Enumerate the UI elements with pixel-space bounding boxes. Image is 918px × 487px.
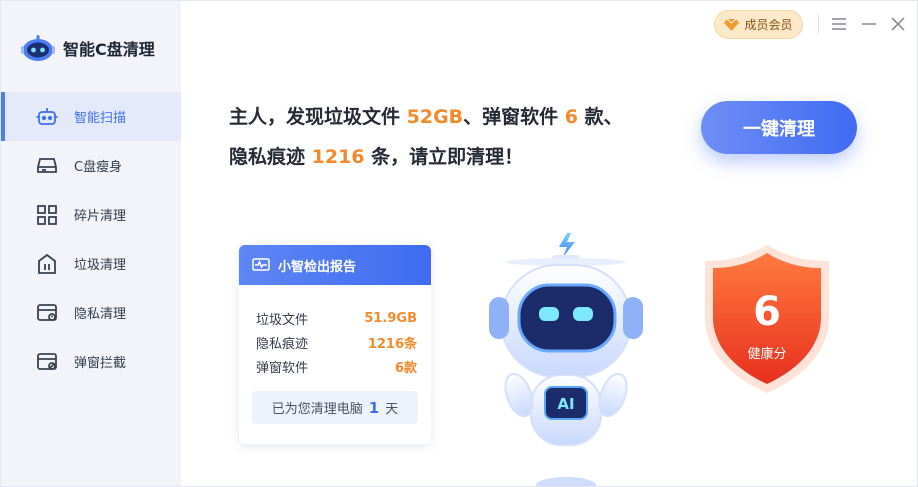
sidebar: 智能C盘清理 智能扫描 C盘瘦身 碎片清理 垃圾清理 隐私清理 弹窗拦截 [1, 1, 181, 486]
row-label: 隐私痕迹 [256, 336, 309, 352]
robot-logo-icon [21, 35, 55, 61]
sidebar-item-label: C盘瘦身 [74, 160, 123, 175]
cleaned-days-value: 1 [368, 398, 380, 417]
minimize-icon [862, 23, 876, 25]
privacy-browser-icon [34, 300, 60, 326]
row-label: 垃圾文件 [256, 312, 309, 328]
sidebar-item-smart-scan[interactable]: 智能扫描 [1, 92, 181, 141]
headline-text: 款、 [578, 106, 623, 128]
report-rows: 垃圾文件 51.9GB 隐私痕迹 1216条 弹窗软件 6款 [239, 285, 431, 378]
member-button[interactable]: 成员会员 [714, 10, 803, 39]
report-header: 小智检出报告 [239, 245, 431, 285]
robot-mascot-illustration: AI [489, 233, 643, 486]
member-label: 成员会员 [744, 18, 793, 32]
sidebar-item-label: 智能扫描 [74, 111, 127, 126]
popup-count-value: 6 [564, 106, 579, 128]
headline-text: 主人，发现垃圾文件 [229, 106, 407, 128]
trash-bin-icon [34, 251, 60, 277]
report-row-junk: 垃圾文件 51.9GB [256, 306, 417, 330]
health-score-label: 健康分 [747, 347, 787, 362]
report-row-popup: 弹窗软件 6款 [256, 354, 417, 378]
health-score-value: 6 [753, 289, 781, 335]
menu-icon [832, 18, 846, 30]
headline-line-1: 主人，发现垃圾文件 52GB、弹窗软件 6 款、 [229, 97, 623, 137]
headline-text: 、弹窗软件 [463, 106, 565, 128]
popup-block-icon [34, 349, 60, 375]
cleaned-days-banner: 已为您清理电脑 1 天 [252, 391, 418, 424]
sidebar-item-popup-block[interactable]: 弹窗拦截 [1, 337, 181, 386]
row-value: 51.9GB [364, 310, 417, 326]
footer-text: 已为您清理电脑 [271, 402, 363, 417]
report-card: 小智检出报告 垃圾文件 51.9GB 隐私痕迹 1216条 弹窗软件 6款 已为… [239, 245, 431, 444]
robot-scan-icon [34, 104, 60, 130]
sidebar-nav: 智能扫描 C盘瘦身 碎片清理 垃圾清理 隐私清理 弹窗拦截 [1, 92, 181, 386]
sidebar-item-junk-clean[interactable]: 垃圾清理 [1, 239, 181, 288]
sidebar-item-c-drive-slim[interactable]: C盘瘦身 [1, 141, 181, 190]
menu-button[interactable] [828, 13, 850, 35]
disk-icon [34, 153, 60, 179]
app-title: 智能C盘清理 [63, 40, 155, 59]
report-title: 小智检出报告 [278, 259, 357, 275]
privacy-count-value: 1216 [311, 146, 365, 168]
sidebar-item-privacy-clean[interactable]: 隐私清理 [1, 288, 181, 337]
sidebar-item-label: 隐私清理 [74, 307, 127, 322]
row-value: 1216条 [367, 336, 417, 352]
headline-text: 隐私痕迹 [229, 146, 312, 168]
brand: 智能C盘清理 [21, 33, 155, 63]
close-icon [891, 17, 905, 31]
diamond-icon [724, 18, 740, 31]
row-value: 6款 [394, 360, 417, 376]
sidebar-item-label: 碎片清理 [74, 209, 127, 224]
junk-size-value: 52GB [406, 106, 464, 128]
report-row-privacy: 隐私痕迹 1216条 [256, 330, 417, 354]
sidebar-item-fragment-clean[interactable]: 碎片清理 [1, 190, 181, 239]
header-divider [818, 14, 819, 34]
scan-result-headline: 主人，发现垃圾文件 52GB、弹窗软件 6 款、 隐私痕迹 1216 条，请立即… [229, 97, 623, 177]
close-button[interactable] [887, 13, 909, 35]
app-window: 智能C盘清理 智能扫描 C盘瘦身 碎片清理 垃圾清理 隐私清理 弹窗拦截 成员会… [0, 0, 918, 487]
mascot-ai-label: AI [557, 395, 574, 413]
monitor-pulse-icon [252, 257, 270, 271]
minimize-button[interactable] [858, 13, 880, 35]
headline-text: 条，请立即清理！ [364, 146, 524, 168]
headline-line-2: 隐私痕迹 1216 条，请立即清理！ [229, 137, 623, 177]
one-click-clean-button[interactable]: 一键清理 [701, 101, 857, 154]
footer-text: 天 [385, 402, 399, 417]
sidebar-item-label: 垃圾清理 [74, 258, 127, 273]
grid-fragments-icon [34, 202, 60, 228]
sidebar-item-label: 弹窗拦截 [74, 356, 127, 371]
row-label: 弹窗软件 [256, 360, 309, 376]
